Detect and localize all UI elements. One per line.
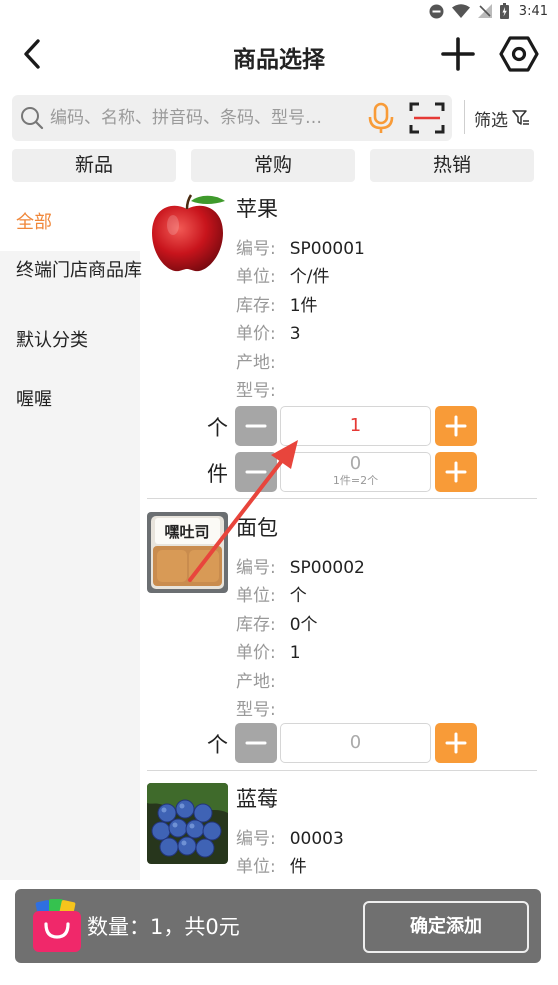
product-code: SP00002 <box>289 558 365 578</box>
battery-icon <box>499 3 509 19</box>
product-stock: 1件 <box>289 296 318 316</box>
quick-tabs: 新品 常购 热销 <box>12 149 536 183</box>
product-model-row: 型号: <box>236 700 276 720</box>
microphone-icon[interactable] <box>366 102 396 134</box>
minus-icon <box>245 424 267 428</box>
shopping-bag-icon[interactable] <box>32 899 82 954</box>
status-time: 3:41 <box>518 3 548 19</box>
tab-frequent[interactable]: 常购 <box>191 149 355 182</box>
product-item-bread[interactable]: 嘿吐司 面包 编号: SP00002 单位: 个 库存: 0个 单价: 1 产地: 型号… <box>147 512 537 764</box>
quantity-value: 1 <box>349 415 362 436</box>
increment-button[interactable] <box>435 406 477 446</box>
product-image-apple <box>147 193 228 274</box>
search-input[interactable] <box>50 95 370 141</box>
product-name: 蓝莓 <box>236 787 278 811</box>
product-code-row: 编号: SP00002 <box>236 558 365 578</box>
qty-row-piece: 个 0 <box>207 723 477 763</box>
product-stock: 0个 <box>289 615 318 635</box>
product-item-blueberry[interactable]: 蓝莓 编号: 00003 单位: 件 <box>147 783 537 879</box>
search-bar <box>12 95 452 141</box>
plus-icon <box>445 732 467 754</box>
product-divider <box>147 498 537 499</box>
minus-icon <box>245 741 267 745</box>
product-unit: 个/件 <box>289 267 330 287</box>
sidebar-item-default[interactable]: 默认分类 <box>16 328 140 353</box>
sidebar-item-wowo[interactable]: 喔喔 <box>16 387 140 412</box>
product-model-row: 型号: <box>236 381 276 401</box>
tab-hot[interactable]: 热销 <box>370 149 534 182</box>
product-unit-row: 单位: 个 <box>236 586 307 606</box>
product-name: 面包 <box>236 516 278 540</box>
qty-unit-label: 件 <box>207 462 228 486</box>
header: 商品选择 <box>0 22 558 86</box>
product-code: SP00001 <box>289 239 365 259</box>
product-origin-row: 产地: <box>236 353 276 373</box>
minus-icon <box>245 470 267 474</box>
product-item-apple[interactable]: 苹果 编号: SP00001 单位: 个/件 库存: 1件 单价: 3 产地: 型号: … <box>147 193 537 493</box>
confirm-add-button[interactable]: 确定添加 <box>363 901 529 953</box>
product-code: 00003 <box>289 829 344 849</box>
settings-button[interactable] <box>499 34 539 74</box>
quantity-input[interactable]: 0 <box>280 723 431 763</box>
status-icons: 3:41 <box>429 2 548 20</box>
plus-icon <box>445 461 467 483</box>
tab-new[interactable]: 新品 <box>12 149 176 182</box>
product-price: 1 <box>289 643 301 663</box>
product-price-row: 单价: 3 <box>236 324 301 344</box>
product-origin-row: 产地: <box>236 672 276 692</box>
sidebar-item-all[interactable]: 全部 <box>16 210 140 235</box>
qty-unit-label: 个 <box>207 733 228 757</box>
plus-icon <box>445 415 467 437</box>
qty-unit-label: 个 <box>207 416 228 440</box>
product-price-row: 单价: 1 <box>236 643 301 663</box>
increment-button[interactable] <box>435 723 477 763</box>
product-image-blueberry <box>147 783 228 864</box>
quantity-input[interactable]: 1 <box>280 406 431 446</box>
category-sidebar: 全部 终端门店商品库 默认分类 喔喔 <box>0 193 142 880</box>
product-unit: 件 <box>289 857 307 877</box>
cart-summary: 数量：1，共0元 <box>87 915 240 939</box>
scan-icon[interactable] <box>409 101 445 135</box>
product-price: 3 <box>289 324 301 344</box>
product-unit-row: 单位: 件 <box>236 857 307 877</box>
quantity-value: 0 <box>349 453 362 474</box>
decrement-button[interactable] <box>235 723 277 763</box>
increment-button[interactable] <box>435 452 477 492</box>
product-divider <box>147 770 537 771</box>
wifi-icon <box>451 4 470 18</box>
plus-icon <box>441 37 475 71</box>
quantity-input[interactable]: 0 1件=2个 <box>280 452 431 492</box>
product-select-screen: 3:41 商品选择 筛选 新品 常购 热销 全部 终端门店商品库 <box>0 0 558 985</box>
product-code-row: 编号: SP00001 <box>236 239 365 259</box>
decrement-button[interactable] <box>235 452 277 492</box>
product-image-bread: 嘿吐司 <box>147 512 228 593</box>
product-stock-row: 库存: 0个 <box>236 615 318 635</box>
product-unit-row: 单位: 个/件 <box>236 267 330 287</box>
qty-row-piece: 个 1 <box>207 406 477 446</box>
product-image-label: 嘿吐司 <box>164 523 209 541</box>
quantity-value: 0 <box>349 732 362 753</box>
decrement-button[interactable] <box>235 406 277 446</box>
filter-label: 筛选 <box>474 110 508 131</box>
search-icon <box>21 107 44 130</box>
qty-row-case: 件 0 1件=2个 <box>207 452 477 492</box>
filter-icon <box>512 110 529 125</box>
filter-button[interactable]: 筛选 <box>474 102 530 134</box>
search-divider <box>464 100 465 134</box>
add-product-button[interactable] <box>440 36 476 72</box>
sidebar-item-store-library[interactable]: 终端门店商品库 <box>16 258 142 283</box>
bottom-cart-bar: 数量：1，共0元 确定添加 <box>15 889 541 963</box>
product-name: 苹果 <box>236 197 278 221</box>
no-signal-icon <box>477 4 492 18</box>
status-bar: 3:41 <box>0 0 558 22</box>
gear-icon <box>499 36 539 72</box>
product-code-row: 编号: 00003 <box>236 829 344 849</box>
product-unit: 个 <box>289 586 307 606</box>
product-stock-row: 库存: 1件 <box>236 296 318 316</box>
unit-conversion-hint: 1件=2个 <box>332 474 379 487</box>
dnd-icon <box>429 4 444 18</box>
